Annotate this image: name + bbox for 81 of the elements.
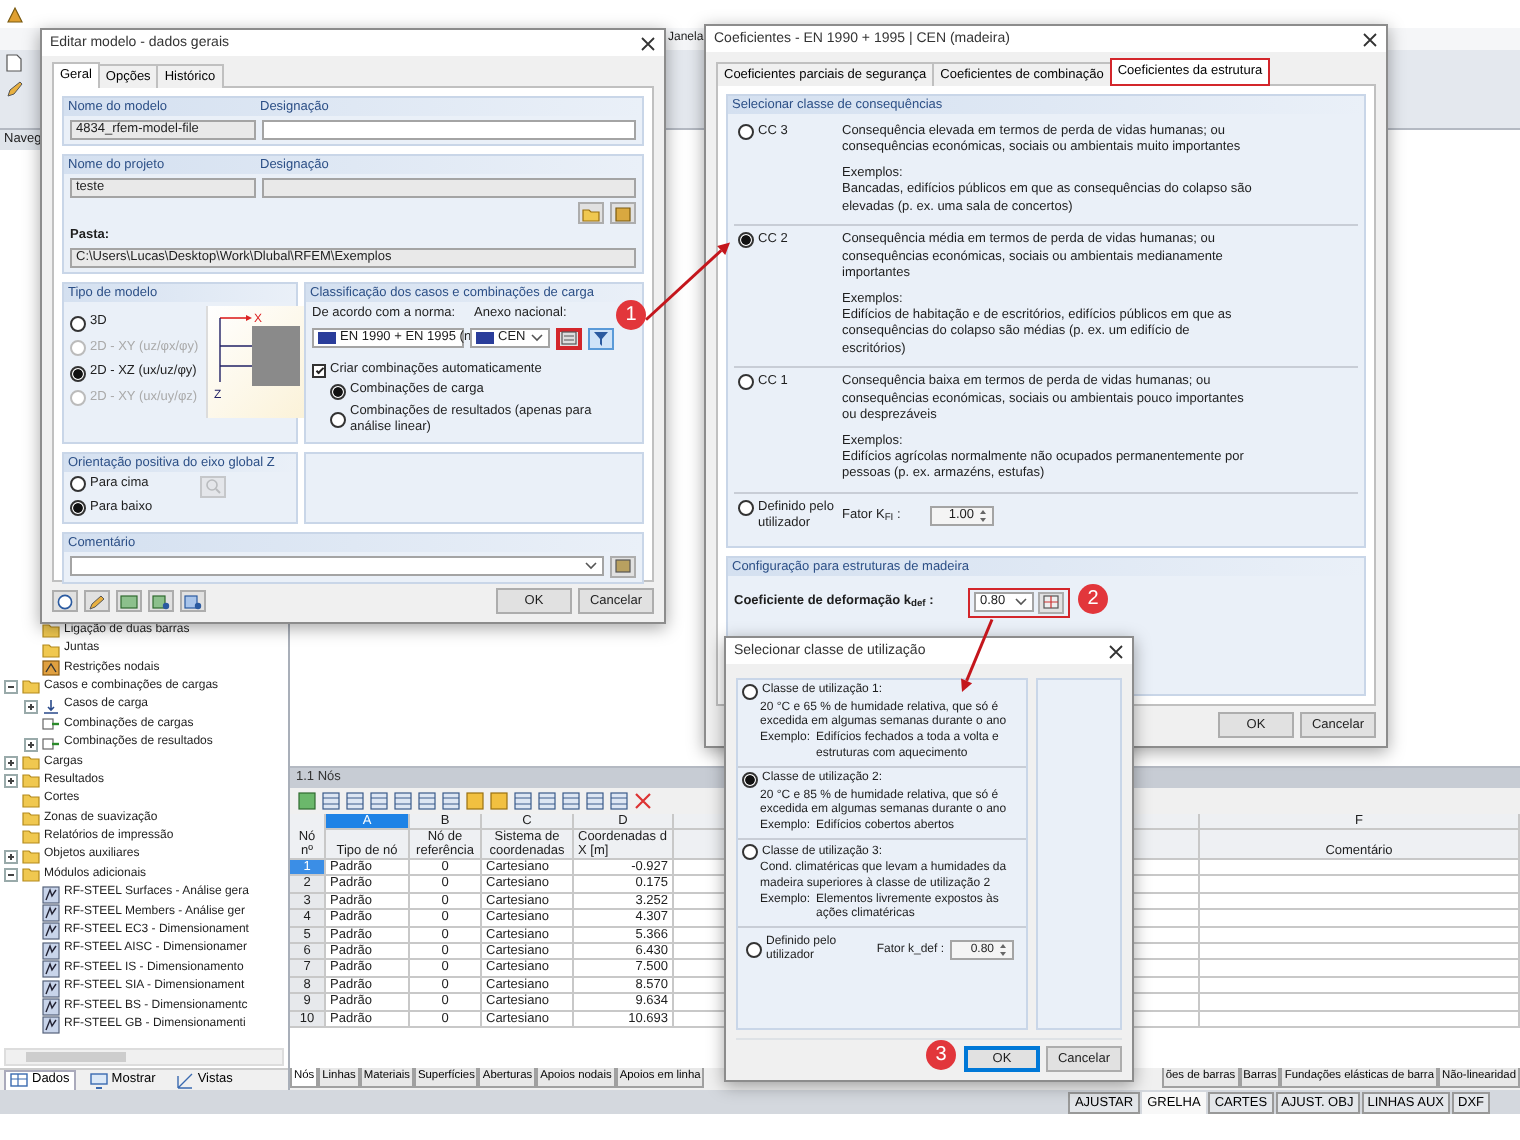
toolbar-button[interactable] [344, 790, 366, 812]
close-icon[interactable] [640, 35, 656, 51]
horizontal-scrollbar[interactable] [4, 1048, 284, 1066]
table-button[interactable] [1038, 591, 1064, 614]
combination-icon [42, 735, 60, 754]
load-arrow-icon [42, 697, 60, 716]
table-icon [10, 1071, 28, 1089]
text-field[interactable] [262, 120, 636, 140]
module-icon [42, 979, 60, 998]
radio-button[interactable] [738, 232, 754, 249]
caret-icon[interactable] [584, 560, 598, 572]
radio-button[interactable] [742, 844, 758, 861]
document-icon[interactable] [6, 54, 22, 72]
expand-toggle[interactable] [4, 868, 18, 883]
toolbar-button[interactable] [368, 790, 390, 812]
radio-button[interactable] [738, 124, 754, 140]
module-icon [42, 904, 60, 923]
support-icon [42, 659, 60, 678]
callout-arrow [961, 618, 994, 692]
monitor-icon [89, 1071, 108, 1089]
toolbar-button[interactable] [416, 790, 438, 812]
spinner-icon[interactable] [978, 508, 988, 525]
caret-icon[interactable] [530, 332, 544, 345]
text-field[interactable] [262, 178, 636, 198]
edit-button[interactable] [84, 590, 110, 612]
pencil-icon[interactable] [6, 80, 24, 98]
flag-icon [476, 332, 494, 345]
module-icon [42, 1016, 60, 1035]
app-icon [6, 5, 24, 23]
radio-button[interactable] [330, 412, 346, 429]
toolbar-button[interactable] [488, 790, 510, 812]
flag-icon [318, 332, 336, 345]
radio-button[interactable] [70, 475, 86, 492]
toolbar-button[interactable] [440, 790, 462, 812]
filter-button[interactable] [588, 327, 614, 350]
import-button[interactable] [148, 590, 174, 612]
module-icon [42, 922, 60, 941]
module-icon [42, 960, 60, 979]
radio-button[interactable] [330, 383, 346, 400]
close-icon[interactable] [1108, 643, 1124, 659]
export-button[interactable] [180, 590, 206, 612]
help-button[interactable] [52, 590, 78, 612]
radio-button[interactable] [738, 374, 754, 391]
axes-icon [175, 1071, 194, 1089]
radio-button[interactable] [738, 499, 754, 516]
dropdown-field[interactable] [70, 556, 604, 576]
module-icon [42, 885, 60, 904]
radio-button[interactable] [70, 500, 86, 517]
toolbar-button[interactable] [608, 790, 630, 812]
spinner-icon[interactable] [998, 942, 1008, 959]
toolbar-button[interactable] [320, 790, 342, 812]
toolbar-button[interactable] [536, 790, 558, 812]
module-icon [42, 941, 60, 960]
toolbar-button[interactable] [296, 790, 318, 812]
expand-toggle[interactable] [24, 699, 38, 714]
toolbar-button[interactable] [584, 790, 606, 812]
expand-toggle[interactable] [24, 737, 38, 752]
folder-button[interactable] [610, 202, 636, 224]
expand-toggle[interactable] [4, 849, 18, 864]
toolbar-button[interactable] [512, 790, 534, 812]
model-diagram-drawing [219, 315, 301, 387]
toolbar-button[interactable] [464, 790, 486, 812]
radio-button[interactable] [70, 365, 86, 382]
expand-toggle[interactable] [4, 774, 18, 789]
combination-icon [42, 716, 60, 735]
radio-button[interactable] [742, 771, 758, 788]
toolbar-button[interactable] [392, 790, 414, 812]
expand-toggle[interactable] [4, 680, 18, 695]
radio-button[interactable] [70, 315, 86, 332]
toolbar-button[interactable] [632, 790, 654, 812]
module-icon [42, 998, 60, 1016]
radio-button[interactable] [746, 942, 762, 959]
close-icon[interactable] [1362, 31, 1378, 47]
library-button[interactable] [610, 555, 636, 577]
caret-icon[interactable] [1014, 596, 1028, 609]
toolbar-button[interactable] [560, 790, 582, 812]
expand-toggle[interactable] [4, 755, 18, 770]
settings-button[interactable] [556, 327, 582, 350]
grid-button[interactable] [116, 590, 142, 612]
radio-button[interactable] [742, 684, 758, 700]
callout-arrow [645, 242, 730, 321]
